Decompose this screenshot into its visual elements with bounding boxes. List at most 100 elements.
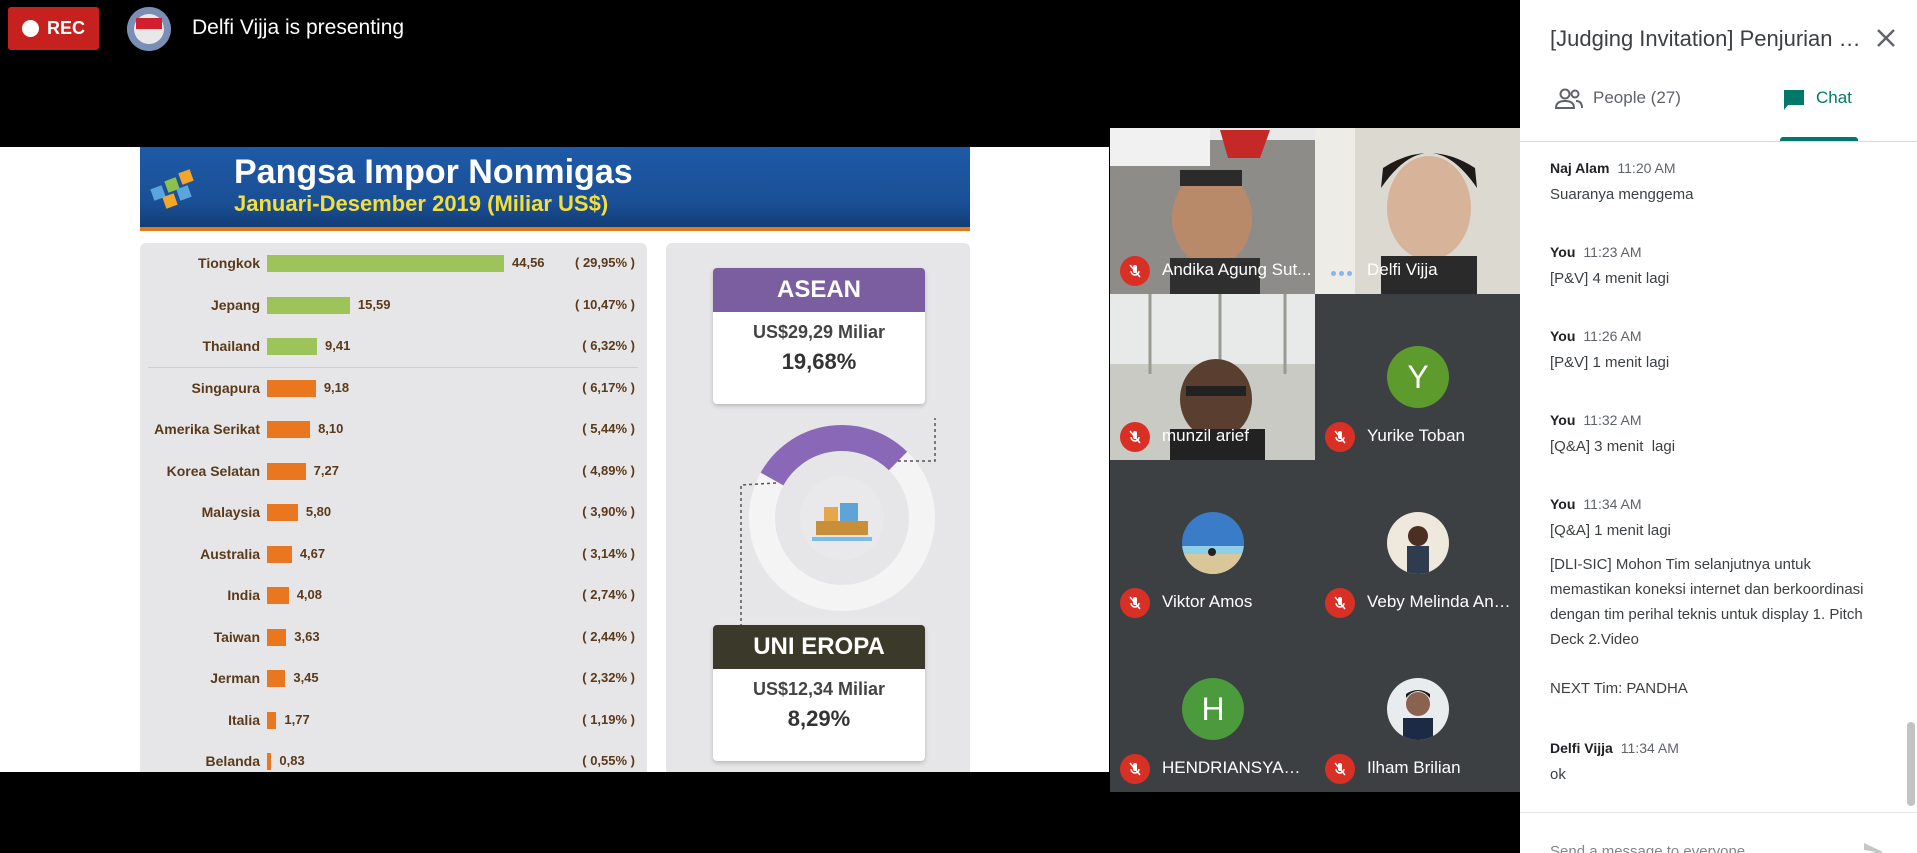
country-label: Korea Selatan bbox=[166, 462, 260, 479]
mic-off-icon bbox=[1325, 422, 1355, 452]
tab-people-label: People (27) bbox=[1593, 88, 1681, 107]
participant-name: Viktor Amos bbox=[1162, 592, 1253, 611]
import-row: Belanda 0,83 ( 0,55% ) bbox=[140, 747, 647, 772]
import-value: 1,77 bbox=[284, 711, 310, 727]
people-icon bbox=[1555, 88, 1583, 109]
chat-icon bbox=[1784, 90, 1804, 110]
message-text: NEXT Tim: PANDHA bbox=[1550, 680, 1688, 697]
message-header: Delfi Vijja 11:34 AM bbox=[1550, 740, 1880, 756]
chat-messages[interactable]: Naj Alam 11:20 AM Suaranya menggema You 11:2… bbox=[1520, 142, 1917, 812]
tab-chat[interactable]: Chat bbox=[1782, 88, 1852, 140]
chat-scrollbar[interactable] bbox=[1907, 722, 1915, 806]
country-label: Singapura bbox=[191, 379, 260, 396]
import-bar bbox=[267, 255, 504, 272]
country-label: Australia bbox=[200, 545, 260, 562]
participant-tile[interactable]: Delfi Vijja bbox=[1315, 128, 1520, 294]
import-row: India 4,08 ( 2,74% ) bbox=[140, 581, 647, 611]
message-text: [DLI-SIC] Mohon Tim selanjutnya untuk me… bbox=[1550, 556, 1868, 648]
shared-screen: Pangsa Impor Nonmigas Januari-Desember 2… bbox=[0, 147, 1109, 772]
message-sender: You bbox=[1550, 328, 1576, 344]
participant-tile[interactable]: munzil arief bbox=[1110, 294, 1315, 460]
country-label: India bbox=[227, 587, 260, 603]
asean-label: ASEAN bbox=[713, 268, 925, 312]
message-time: 11:26 AM bbox=[1583, 328, 1642, 344]
participant-name: Yurike Toban bbox=[1367, 426, 1465, 445]
message-header: You 11:23 AM bbox=[1550, 244, 1880, 260]
participant-tile[interactable]: Viktor Amos bbox=[1110, 460, 1315, 626]
bps-logo-icon bbox=[150, 169, 194, 209]
import-share-pct: ( 2,44% ) bbox=[582, 628, 635, 644]
import-share-pct: ( 10,47% ) bbox=[575, 296, 635, 312]
import-share-pct: ( 29,95% ) bbox=[575, 255, 635, 270]
send-icon[interactable] bbox=[1862, 841, 1884, 853]
import-value: 7,27 bbox=[313, 462, 339, 478]
import-bar bbox=[267, 545, 292, 563]
profile-photo bbox=[1387, 678, 1449, 740]
import-share-pct: ( 5,44% ) bbox=[582, 421, 635, 436]
import-share-pct: ( 4,89% ) bbox=[582, 462, 635, 478]
message-sender: You bbox=[1550, 496, 1576, 512]
country-label: Taiwan bbox=[213, 628, 260, 645]
import-share-pct: ( 1,19% ) bbox=[582, 711, 635, 727]
participant-name: HENDRIANSYAH ... bbox=[1162, 758, 1312, 777]
import-bar bbox=[267, 670, 286, 687]
import-row: Thailand 9,41 ( 6,32% ) bbox=[140, 332, 647, 362]
import-bar bbox=[267, 421, 311, 438]
participant-tile[interactable]: Ilham Brilian bbox=[1315, 626, 1520, 792]
profile-photo bbox=[1182, 512, 1244, 574]
import-share-pct: ( 3,90% ) bbox=[582, 504, 635, 519]
import-bar bbox=[267, 504, 298, 521]
presenter-avatar bbox=[127, 7, 171, 51]
message-time: 11:34 AM bbox=[1583, 496, 1642, 512]
message-input[interactable]: Send a message to everyone bbox=[1550, 843, 1745, 853]
message-text: [P&V] 1 menit lagi bbox=[1550, 354, 1670, 371]
import-share-pct: ( 6,32% ) bbox=[582, 338, 635, 353]
mic-off-icon bbox=[1325, 588, 1355, 618]
import-row: Korea Selatan 7,27 ( 4,89% ) bbox=[140, 457, 647, 487]
message-sender: Delfi Vijja bbox=[1550, 740, 1613, 756]
import-share-pct: ( 2,32% ) bbox=[582, 670, 635, 685]
rec-label: REC bbox=[46, 18, 85, 38]
message-sender: You bbox=[1550, 244, 1576, 260]
participant-name: Ilham Brilian bbox=[1367, 758, 1461, 777]
import-share-pct: ( 0,55% ) bbox=[582, 753, 635, 768]
tab-people[interactable]: People (27) bbox=[1555, 88, 1681, 140]
import-row: Tiongkok 44,56 ( 29,95% ) bbox=[140, 249, 647, 279]
eu-pct: 8,29% bbox=[787, 706, 851, 731]
slide-subtitle: Januari-Desember 2019 (Miliar US$) bbox=[234, 191, 609, 216]
country-label: Belanda bbox=[205, 753, 260, 769]
import-value: 8,10 bbox=[318, 421, 344, 436]
country-label: Jepang bbox=[210, 296, 260, 313]
import-value: 44,56 bbox=[512, 255, 545, 270]
message-sender: Naj Alam bbox=[1550, 160, 1610, 176]
import-share-list: Tiongkok 44,56 ( 29,95% ) Jepang 15,59 ( 10,4… bbox=[140, 243, 647, 772]
chat-composer[interactable]: Send a message to everyone bbox=[1520, 812, 1917, 853]
country-label: Tiongkok bbox=[198, 255, 260, 271]
participant-tile[interactable]: Andika Agung Sut... bbox=[1110, 128, 1315, 294]
record-dot-icon bbox=[21, 20, 39, 37]
participant-tile[interactable]: H HENDRIANSYAH ... bbox=[1110, 626, 1315, 792]
participant-tile[interactable]: Y Yurike Toban bbox=[1315, 294, 1520, 460]
import-value: 9,41 bbox=[325, 338, 351, 353]
letter-avatar: Y bbox=[1387, 346, 1449, 408]
slide-header: Pangsa Impor Nonmigas Januari-Desember 2… bbox=[140, 147, 970, 231]
slide-title: Pangsa Impor Nonmigas bbox=[234, 153, 633, 191]
message-time: 11:34 AM bbox=[1620, 740, 1679, 756]
import-value: 3,45 bbox=[293, 670, 319, 685]
message-text: [P&V] 4 menit lagi bbox=[1550, 270, 1670, 287]
import-value: 5,80 bbox=[305, 504, 332, 519]
message-time: 11:32 AM bbox=[1583, 412, 1642, 428]
import-value: 4,08 bbox=[296, 587, 322, 602]
import-value: 3,63 bbox=[294, 628, 320, 644]
profile-photo bbox=[1387, 512, 1449, 574]
asean-card: ASEAN US$29,29 Miliar 19,68% bbox=[713, 268, 925, 404]
message-text: Suaranya menggema bbox=[1550, 186, 1694, 203]
chat-message: Naj Alam 11:20 AM Suaranya menggema bbox=[1550, 160, 1880, 207]
asean-divider bbox=[148, 367, 638, 368]
import-bar bbox=[267, 711, 277, 729]
meeting-title: [Judging Invitation] Penjurian Pitching bbox=[1550, 26, 1870, 51]
import-bar bbox=[267, 296, 350, 314]
letter-avatar: H bbox=[1182, 678, 1244, 740]
close-icon[interactable] bbox=[1872, 24, 1900, 52]
participant-tile[interactable]: Veby Melinda Ann... bbox=[1315, 460, 1520, 626]
